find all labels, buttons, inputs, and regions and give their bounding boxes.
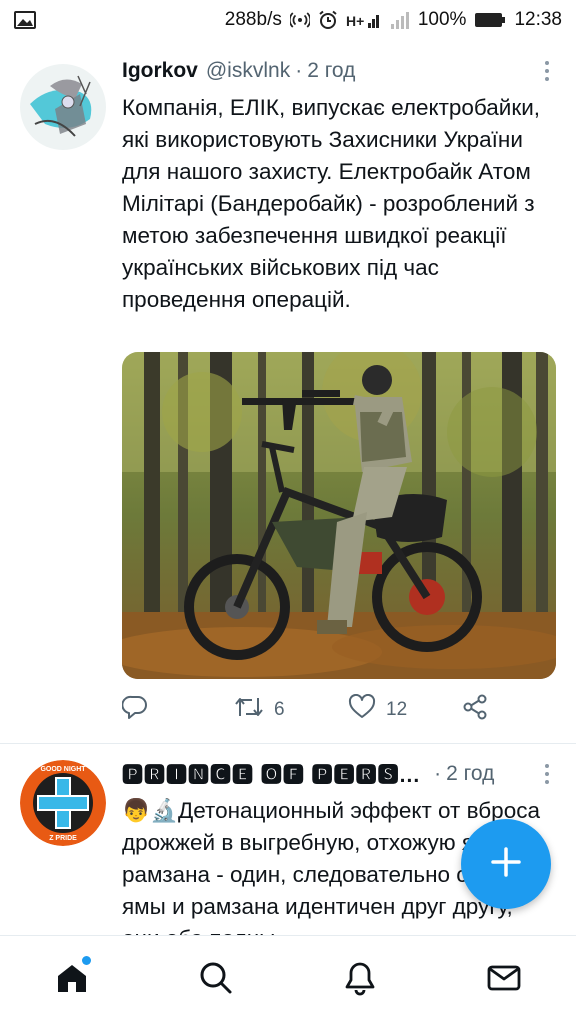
search-icon [198, 960, 234, 1001]
retweet-count: 6 [274, 699, 285, 720]
tweet-media-image[interactable] [122, 352, 556, 679]
tweet-time[interactable]: 2 год [446, 762, 494, 786]
nav-search[interactable] [144, 936, 288, 1024]
tweet-actions: 6 12 [121, 692, 502, 728]
author-handle[interactable]: @iskvlnk [206, 59, 290, 83]
more-options-icon[interactable] [538, 761, 556, 787]
nav-notifications[interactable] [288, 936, 432, 1024]
tweet[interactable]: Igorkov @iskvlnk · 2 год Компанія, ЕЛІК,… [0, 42, 576, 744]
messages-icon [486, 960, 522, 1001]
network-speed: 288b/s [224, 9, 282, 30]
avatar-top-text: GOOD NIGHT [40, 766, 86, 773]
soldier-electric-bike-photo [122, 352, 556, 679]
new-content-indicator [82, 956, 91, 965]
clock: 12:38 [514, 9, 562, 30]
gallery-icon [14, 11, 36, 29]
hplus-signal-icon: H+ [346, 10, 382, 30]
battery-percent: 100% [417, 9, 467, 30]
more-options-icon[interactable] [538, 58, 556, 84]
author-name[interactable]: 🅿🆁🅸🅽🅲🅴 🅾🅵 🅿🅴🆁🆂... [122, 759, 420, 789]
like-button[interactable]: 12 [348, 693, 408, 726]
compose-tweet-button[interactable] [461, 819, 551, 909]
svg-text:H+: H+ [346, 13, 364, 29]
reply-icon [121, 694, 148, 726]
retweet-button[interactable]: 6 [234, 694, 285, 726]
tweet-time[interactable]: 2 год [307, 59, 355, 83]
signal-bars-icon [390, 10, 410, 30]
retweet-icon [234, 694, 264, 726]
separator-dot: · [434, 762, 442, 785]
avatar[interactable] [20, 64, 106, 150]
heart-icon [348, 693, 376, 726]
like-count: 12 [386, 699, 408, 720]
nav-home[interactable] [0, 936, 144, 1024]
home-icon [54, 960, 90, 1001]
avatar-bottom-text: Z PRIDE [49, 835, 77, 842]
status-bar: 288b/s H+ 100% 12:38 [0, 0, 576, 40]
share-icon [462, 694, 488, 726]
separator-dot: · [295, 59, 303, 82]
reply-button[interactable] [121, 694, 148, 726]
avatar[interactable]: GOOD NIGHT Z PRIDE [20, 760, 106, 846]
notifications-icon [342, 960, 378, 1001]
hotspot-icon [289, 10, 310, 30]
nav-messages[interactable] [432, 936, 576, 1024]
alarm-icon [318, 10, 338, 30]
tweet-content: Igorkov @iskvlnk · 2 год Компанія, ЕЛІК,… [122, 56, 556, 316]
battery-icon [474, 11, 506, 29]
bottom-navigation [0, 935, 576, 1024]
tweet-header: Igorkov @iskvlnk · 2 год [122, 56, 556, 86]
author-name[interactable]: Igorkov [122, 59, 198, 83]
tweet-text: Компанія, ЕЛІК, випускає електробайки, я… [122, 95, 541, 312]
share-button[interactable] [462, 694, 488, 726]
tweet-header: 🅿🆁🅸🅽🅲🅴 🅾🅵 🅿🅴🆁🆂... · 2 год [122, 759, 556, 789]
compose-plus-icon [490, 846, 522, 883]
